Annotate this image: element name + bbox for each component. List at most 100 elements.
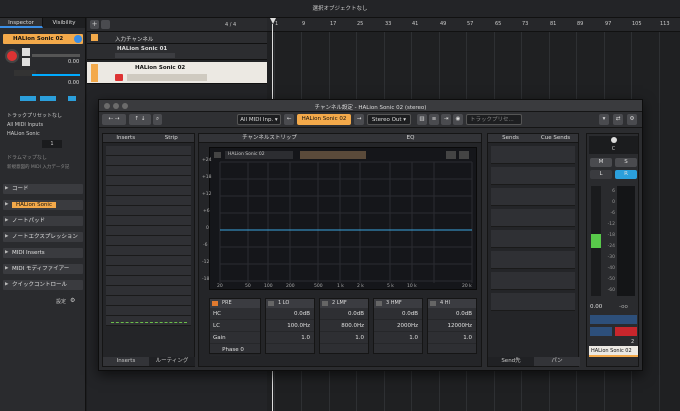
band-freq[interactable]: 2000Hz bbox=[374, 320, 422, 332]
settings-icon[interactable]: ⇄ bbox=[613, 114, 623, 125]
up-down-icon[interactable]: ↑ ↓ bbox=[129, 114, 151, 125]
tab-sends[interactable]: Sends bbox=[488, 134, 533, 143]
insert-slot[interactable] bbox=[106, 156, 191, 166]
keyboard-icon[interactable]: ▥ bbox=[417, 114, 427, 125]
insert-slot[interactable] bbox=[106, 186, 191, 196]
mute-button[interactable] bbox=[22, 48, 30, 56]
fader-handle[interactable] bbox=[591, 234, 601, 248]
send-slot[interactable] bbox=[491, 188, 575, 206]
insert-slot[interactable] bbox=[106, 146, 191, 156]
band-freq[interactable]: 800.0Hz bbox=[320, 320, 368, 332]
gain-row[interactable]: Gain bbox=[210, 332, 260, 344]
tab-inspector[interactable]: Inspector bbox=[0, 18, 43, 28]
power-icon[interactable] bbox=[212, 301, 218, 306]
insert-slot[interactable] bbox=[106, 216, 191, 226]
send-slot[interactable] bbox=[491, 146, 575, 164]
tab-cue-sends[interactable]: Cue Sends bbox=[533, 134, 578, 143]
insert-slot[interactable] bbox=[106, 206, 191, 216]
power-icon[interactable] bbox=[376, 301, 382, 306]
section-note-expression[interactable]: ノートエクスプレッション bbox=[3, 232, 83, 242]
record-enable-button[interactable] bbox=[615, 327, 637, 336]
band-q[interactable]: 1.0 bbox=[266, 332, 314, 344]
band-q[interactable]: 1.0 bbox=[374, 332, 422, 344]
power-icon[interactable] bbox=[430, 301, 436, 306]
eq-graph[interactable]: HALion Sonic 02 +24 +18 +12 +6 0 -6 -12 … bbox=[202, 147, 477, 290]
section-midi-modifiers[interactable]: MIDI モディファイアー bbox=[3, 264, 83, 274]
insert-slot[interactable] bbox=[106, 236, 191, 246]
add-track-icon[interactable]: + bbox=[90, 20, 99, 29]
pan-control[interactable]: C bbox=[589, 136, 638, 154]
rewind-icon[interactable] bbox=[40, 96, 56, 101]
cycle-icon[interactable] bbox=[68, 96, 76, 101]
section-chord[interactable]: コード bbox=[3, 184, 83, 194]
timeline-ruler[interactable]: 1 9 17 25 33 41 49 57 65 73 81 89 97 105… bbox=[267, 18, 680, 32]
track-controls[interactable] bbox=[127, 74, 207, 81]
insert-slot[interactable] bbox=[106, 166, 191, 176]
tab-strip[interactable]: Strip bbox=[148, 134, 194, 143]
fader-track[interactable] bbox=[591, 186, 601, 296]
solo-button[interactable] bbox=[22, 58, 30, 66]
power-icon[interactable] bbox=[268, 301, 274, 306]
send-slot[interactable] bbox=[491, 251, 575, 269]
track-preset-field[interactable]: トラックプリセ... bbox=[466, 114, 522, 125]
section-midi-inserts[interactable]: MIDI Inserts bbox=[3, 248, 83, 258]
power-icon[interactable] bbox=[322, 301, 328, 306]
band-gain[interactable]: 0.0dB bbox=[266, 308, 314, 320]
arrow-right-icon[interactable]: ⇥ bbox=[441, 114, 451, 125]
track-controls[interactable] bbox=[115, 53, 175, 58]
midi-output[interactable]: HALion Sonic bbox=[3, 130, 83, 139]
send-slot[interactable] bbox=[491, 272, 575, 290]
back-forward-icon[interactable]: ⇠ ⇢ bbox=[102, 114, 126, 125]
eq-header[interactable]: EQ bbox=[340, 134, 481, 143]
send-slot[interactable] bbox=[491, 230, 575, 248]
band-gain[interactable]: 0.0dB bbox=[428, 308, 476, 320]
record-button[interactable] bbox=[5, 49, 19, 63]
search-icon[interactable]: ⌕ bbox=[153, 114, 162, 125]
channel-strip-header[interactable]: チャンネルストリップ bbox=[199, 134, 340, 143]
insert-slot[interactable] bbox=[106, 176, 191, 186]
output-select[interactable]: Stereo Out ▾ bbox=[367, 114, 411, 125]
insert-slot[interactable] bbox=[106, 246, 191, 256]
solo-button[interactable]: S bbox=[615, 158, 637, 167]
bottom-tab-pan[interactable]: パン bbox=[534, 357, 580, 366]
section-quick-controls[interactable]: クイックコントロール bbox=[3, 280, 83, 290]
midi-input[interactable]: All MIDI Inputs bbox=[3, 121, 83, 130]
channel-name-field[interactable]: HALion Sonic 02 bbox=[297, 114, 351, 125]
band-freq[interactable]: 12000Hz bbox=[428, 320, 476, 332]
volume-slider[interactable] bbox=[32, 54, 80, 57]
gear-icon[interactable]: ⚙ bbox=[70, 297, 75, 304]
fader-value[interactable]: 0.00 bbox=[590, 304, 602, 310]
send-slot[interactable] bbox=[491, 209, 575, 227]
band-gain[interactable]: 0.0dB bbox=[374, 308, 422, 320]
read-automation-button[interactable]: R bbox=[615, 170, 637, 179]
drum-map[interactable]: ドラムマップなし bbox=[3, 154, 83, 163]
insert-slot[interactable] bbox=[106, 296, 191, 306]
edit-icon[interactable] bbox=[74, 35, 82, 43]
section-halion[interactable]: HALion Sonic bbox=[3, 200, 83, 210]
section-notepad[interactable]: ノートパッド bbox=[3, 216, 83, 226]
bottom-tab-send-dest[interactable]: Send先 bbox=[488, 357, 534, 366]
send-slot[interactable] bbox=[491, 293, 575, 311]
insert-slot[interactable] bbox=[106, 266, 191, 276]
folder-icon[interactable] bbox=[101, 20, 110, 29]
mute-button[interactable]: M bbox=[590, 158, 612, 167]
menu-icon[interactable]: ▾ bbox=[599, 114, 609, 125]
track-row-selected[interactable]: HALion Sonic 02 bbox=[87, 62, 267, 84]
listen-button[interactable]: L bbox=[590, 170, 612, 179]
rack-icon[interactable]: ≡ bbox=[429, 114, 439, 125]
channel-field[interactable]: 1 bbox=[42, 140, 62, 148]
track-preset[interactable]: トラックプリセットなし bbox=[3, 112, 83, 121]
pan-slider[interactable] bbox=[32, 74, 80, 76]
track-row[interactable]: HALion Sonic 01 bbox=[87, 44, 267, 60]
arrow-left-icon[interactable]: ← bbox=[284, 114, 294, 125]
send-slot[interactable] bbox=[491, 167, 575, 185]
gear-icon[interactable]: ⚙ bbox=[627, 114, 637, 125]
band-q[interactable]: 1.0 bbox=[428, 332, 476, 344]
bottom-tab-routing[interactable]: ルーティング bbox=[149, 357, 195, 366]
insert-slot[interactable] bbox=[106, 286, 191, 296]
lc-row[interactable]: LC bbox=[210, 320, 260, 332]
record-button[interactable] bbox=[115, 74, 123, 81]
channel-name-label[interactable]: HALion Sonic 02 bbox=[589, 346, 638, 357]
bottom-tab-inserts[interactable]: Inserts bbox=[103, 357, 149, 366]
lock-icon[interactable] bbox=[20, 96, 36, 101]
